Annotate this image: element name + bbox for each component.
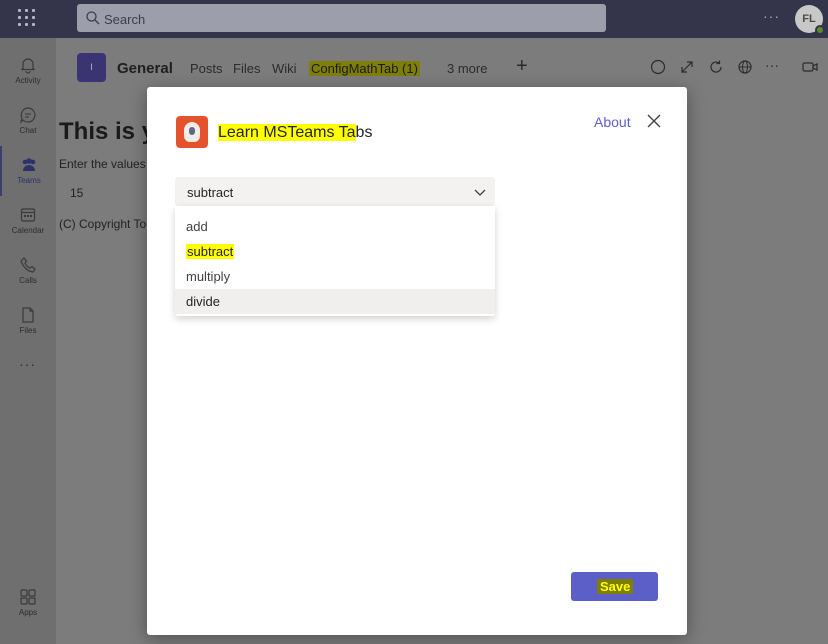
globe-icon[interactable] [737,59,753,75]
more-options-icon[interactable]: ··· [763,8,780,24]
dialog-title-highlighted: Learn MSTeams Ta [218,124,356,141]
tab-heading: This is y [59,118,156,145]
chat-icon [19,107,36,124]
option-divide[interactable]: divide [175,289,495,314]
dropdown-listbox: add subtract multiply divide [175,206,495,316]
refresh-icon[interactable] [708,59,724,75]
rail-label: Calendar [11,226,45,235]
search-placeholder: Search [104,12,146,27]
option-label: multiply [186,269,231,284]
apps-icon [20,589,36,605]
option-label: add [186,219,208,234]
option-label: subtract [186,244,235,259]
rail-label: Files [19,326,37,335]
dropdown-selected-value: subtract [187,185,234,200]
close-icon[interactable] [646,113,662,129]
chevron-down-icon [474,189,486,196]
option-add[interactable]: add [175,214,495,239]
app-icon [176,116,208,148]
tab-files[interactable]: Files [233,61,260,76]
conversation-icon[interactable] [650,59,666,75]
tab-wiki[interactable]: Wiki [272,61,297,76]
option-subtract[interactable]: subtract [175,239,495,264]
rail-label: Apps [18,608,38,617]
save-button[interactable]: Save [571,572,658,601]
search-box[interactable]: Search [77,4,606,32]
app-launcher-icon[interactable] [18,9,38,29]
channel-name: General [117,60,173,77]
title-bar: Search ··· FL [0,0,828,38]
dialog-title: Learn MSTeams Tabs [218,124,372,142]
dialog-title-rest: bs [355,124,373,141]
teams-icon [22,158,36,171]
bell-icon [20,58,36,74]
rail-label: Activity [15,76,41,85]
add-tab-icon[interactable]: + [516,55,528,78]
rail-label: Chat [19,126,37,135]
rail-item-calls[interactable]: Calls [0,246,56,296]
option-label: divide [186,294,220,309]
tab-options-icon[interactable]: ··· [765,57,781,73]
app-rail: Activity Chat Teams Calendar Calls Files… [0,38,56,644]
expand-icon[interactable] [679,59,695,75]
phone-icon [20,257,36,273]
option-multiply[interactable]: multiply [175,264,495,289]
about-link[interactable]: About [594,114,631,130]
tab-prompt: Enter the values [59,157,146,171]
config-dialog: Learn MSTeams Tabs About subtract add su… [147,87,687,635]
calendar-icon [20,208,36,222]
tab-posts[interactable]: Posts [190,61,223,76]
operation-dropdown[interactable]: subtract [175,177,495,206]
rail-item-calendar[interactable]: Calendar [0,196,56,246]
presence-indicator [815,25,825,35]
copyright-text: (C) Copyright To [59,217,147,231]
tab-more[interactable]: 3 more [447,61,487,76]
file-icon [22,307,34,323]
more-apps-icon[interactable]: ··· [19,356,36,372]
avatar[interactable]: FL [795,5,825,35]
rail-item-teams[interactable]: Teams [0,146,56,196]
rail-item-files[interactable]: Files [0,296,56,346]
rail-label: Teams [17,176,41,185]
rail-item-activity[interactable]: Activity [0,46,56,96]
tab-value-input[interactable]: 15 [70,186,83,200]
video-icon[interactable] [802,59,818,75]
rail-label: Calls [19,276,37,285]
team-avatar: I [77,53,106,82]
avatar-initials: FL [802,13,816,25]
save-button-label: Save [597,579,634,594]
tab-configmathtab[interactable]: ConfigMathTab (1) [309,61,420,76]
rail-item-apps[interactable]: Apps [0,578,56,628]
rail-item-chat[interactable]: Chat [0,96,56,146]
search-icon [86,11,100,25]
